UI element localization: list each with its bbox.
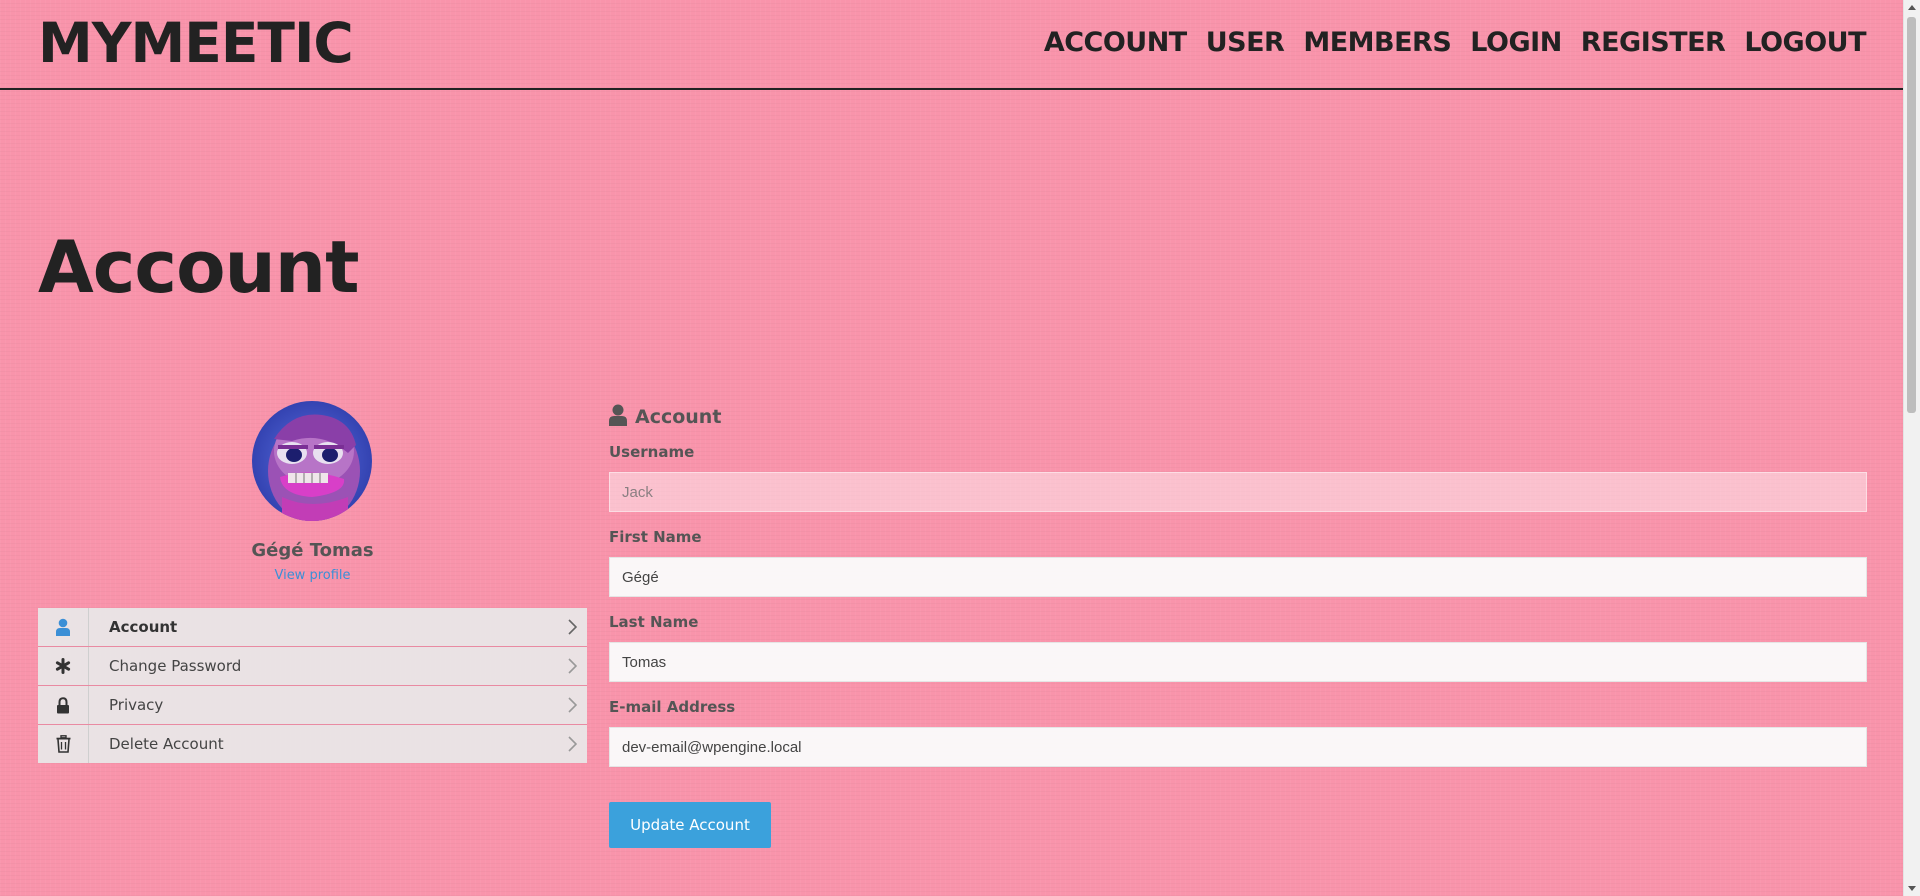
form-heading-text: Account <box>635 406 722 428</box>
side-item-label: Delete Account <box>109 735 224 753</box>
chevron-right-icon <box>567 736 578 756</box>
email-label: E-mail Address <box>609 698 736 716</box>
side-item-label: Privacy <box>109 696 164 714</box>
first-name-label: First Name <box>609 528 702 546</box>
user-icon <box>38 608 89 646</box>
side-item-label: Change Password <box>109 657 242 675</box>
chevron-right-icon <box>567 658 578 678</box>
account-side-menu: Account Change Password Privacy Delete A… <box>38 608 587 763</box>
view-profile-link[interactable]: View profile <box>38 568 587 583</box>
side-item-change-password[interactable]: Change Password <box>38 647 587 686</box>
nav-item-account[interactable]: ACCOUNT <box>1044 24 1187 62</box>
site-logo[interactable]: MYMEETIC <box>38 10 354 76</box>
last-name-field[interactable] <box>609 642 1867 682</box>
site-header: MYMEETIC ACCOUNT USER MEMBERS LOGIN REGI… <box>0 0 1904 90</box>
username-label: Username <box>609 443 695 461</box>
asterisk-icon <box>38 647 89 685</box>
scroll-down-arrow-icon[interactable] <box>1908 886 1916 891</box>
update-account-button[interactable]: Update Account <box>609 802 771 848</box>
page-scrollbar[interactable] <box>1903 0 1920 896</box>
side-item-privacy[interactable]: Privacy <box>38 686 587 725</box>
nav-item-members[interactable]: MEMBERS <box>1303 24 1451 62</box>
profile-avatar[interactable] <box>252 401 372 521</box>
side-item-delete-account[interactable]: Delete Account <box>38 725 587 763</box>
first-name-field[interactable] <box>609 557 1867 597</box>
chevron-right-icon <box>567 697 578 717</box>
email-field[interactable] <box>609 727 1867 767</box>
user-icon <box>609 404 627 430</box>
username-field <box>609 472 1867 512</box>
trash-icon <box>38 725 89 763</box>
lock-icon <box>38 686 89 724</box>
scroll-thumb[interactable] <box>1907 17 1916 413</box>
avatar-image <box>252 401 372 521</box>
chevron-right-icon <box>567 619 578 639</box>
nav-item-user[interactable]: USER <box>1206 24 1285 62</box>
nav-item-register[interactable]: REGISTER <box>1581 24 1726 62</box>
side-item-label: Account <box>109 618 178 636</box>
page-title: Account <box>38 225 359 309</box>
side-item-account[interactable]: Account <box>38 608 587 647</box>
nav-item-logout[interactable]: LOGOUT <box>1744 24 1866 62</box>
profile-name: Gégé Tomas <box>251 540 374 561</box>
scroll-up-arrow-icon[interactable] <box>1908 5 1916 10</box>
main-nav: ACCOUNT USER MEMBERS LOGIN REGISTER LOGO… <box>1044 24 1867 62</box>
account-form-heading: Account <box>609 404 721 430</box>
last-name-label: Last Name <box>609 613 699 631</box>
nav-item-login[interactable]: LOGIN <box>1470 24 1562 62</box>
